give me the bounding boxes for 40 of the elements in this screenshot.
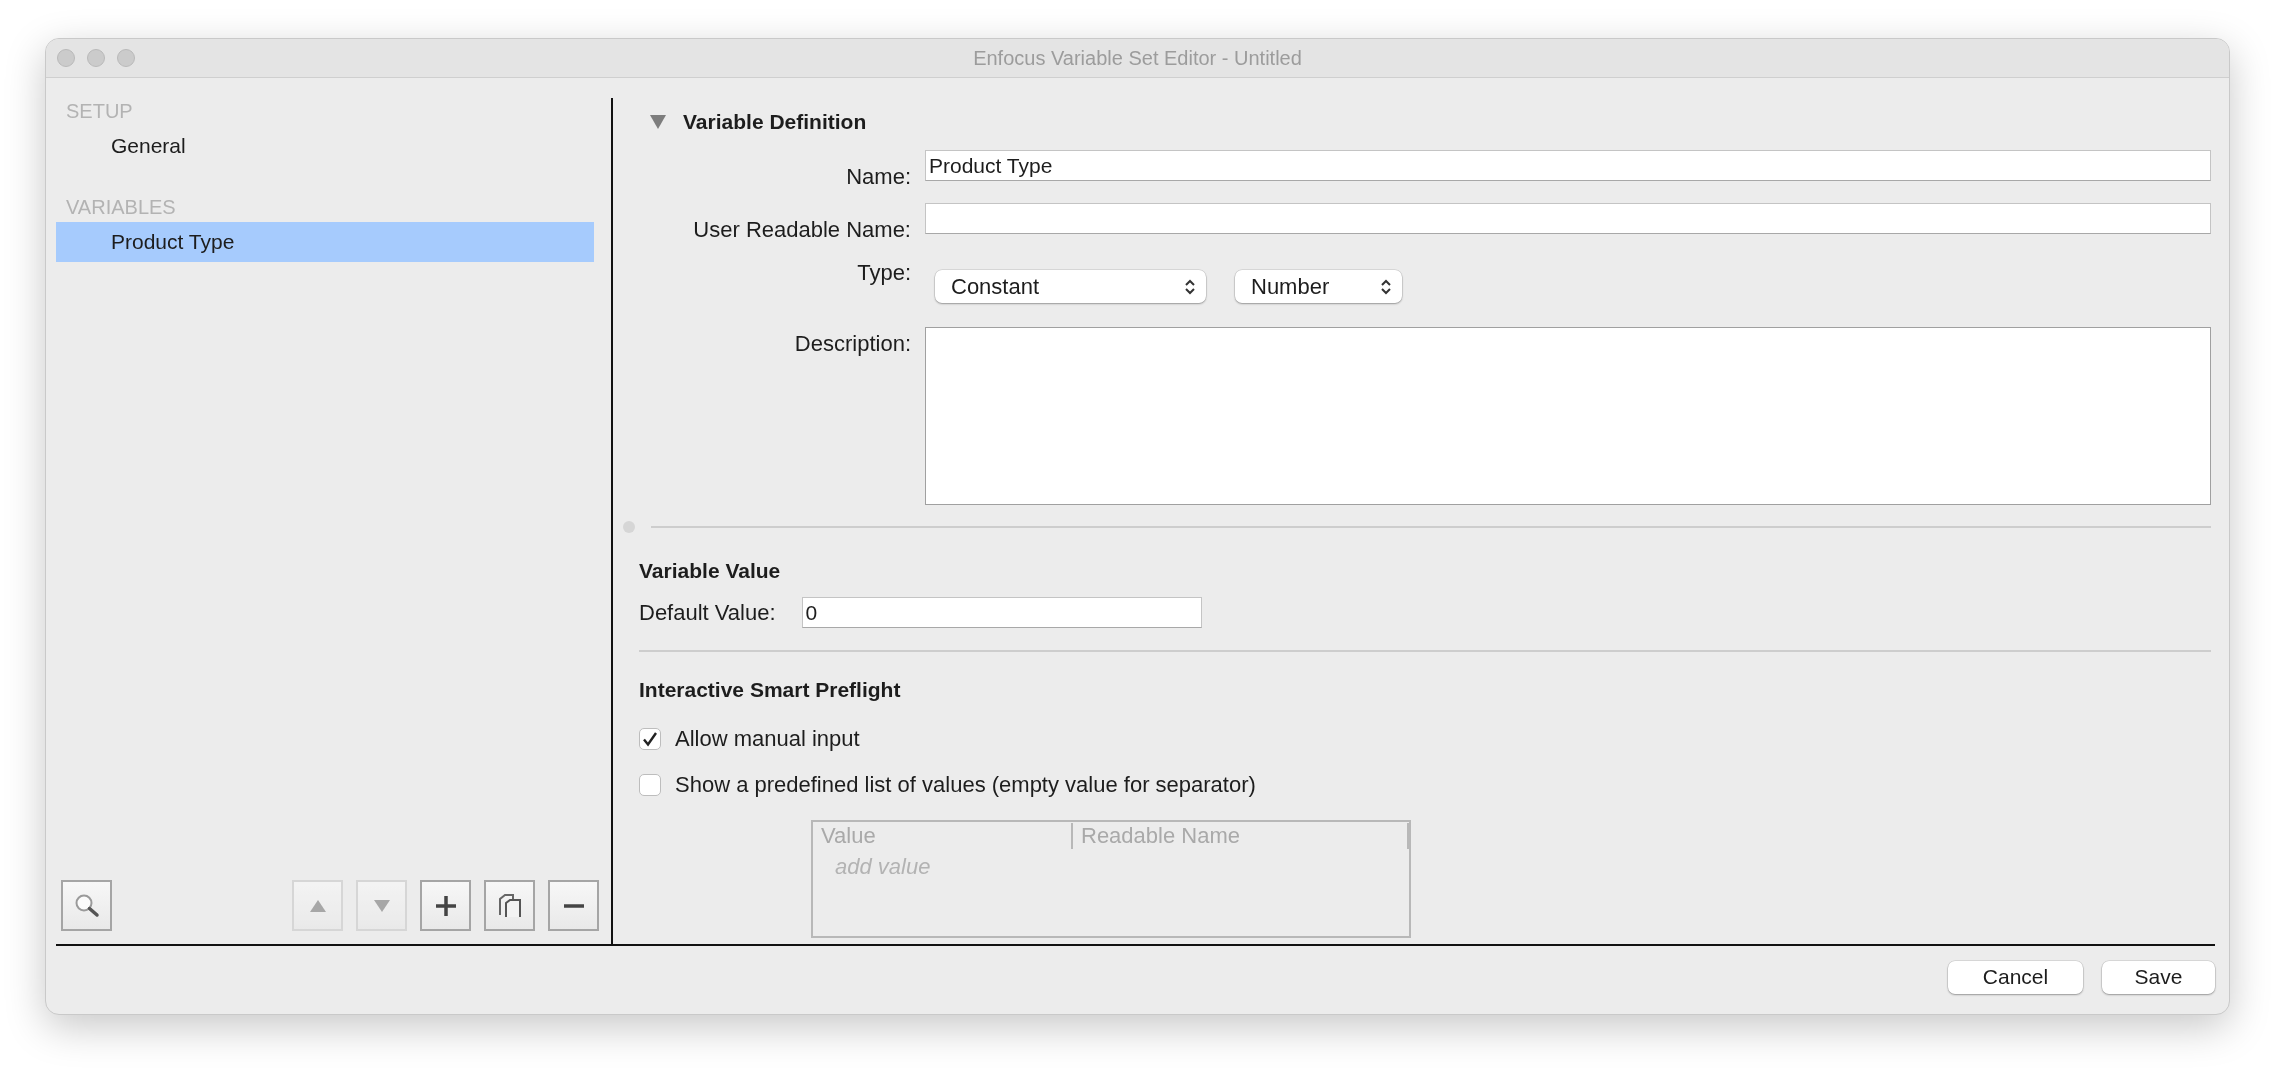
section-title: Variable Value xyxy=(639,559,782,583)
sidebar-item[interactable]: General xyxy=(56,126,594,166)
checkbox[interactable] xyxy=(639,774,661,796)
add-button[interactable] xyxy=(420,880,471,931)
remove-button[interactable] xyxy=(548,880,599,931)
save-button[interactable]: Save xyxy=(2102,960,2215,994)
field-label: Type: xyxy=(856,259,911,286)
section-title: Variable Definition xyxy=(683,110,867,134)
field-label: Default Value: xyxy=(639,599,776,626)
chevrons-icon xyxy=(1380,277,1392,296)
plus-icon xyxy=(434,894,457,917)
field-label: Name: xyxy=(845,163,911,190)
sidebar-item[interactable]: Product Type xyxy=(56,222,594,262)
default-value-field[interactable]: 0 xyxy=(801,597,1202,628)
description-field[interactable] xyxy=(925,327,2211,505)
close-icon[interactable] xyxy=(57,49,75,67)
chevrons-icon xyxy=(1184,277,1196,296)
section-title: Interactive Smart Preflight xyxy=(639,678,902,702)
search-button[interactable] xyxy=(61,880,112,931)
down-triangle-icon xyxy=(372,897,391,914)
zoom-icon[interactable] xyxy=(117,49,135,67)
minus-icon xyxy=(562,902,585,909)
window-title: Enfocus Variable Set Editor - Untitled xyxy=(973,46,1302,70)
name-field[interactable]: Product Type xyxy=(925,150,2211,181)
field-label: Description: xyxy=(793,330,911,357)
dropdown[interactable]: Number xyxy=(1235,270,1402,303)
checkbox-label: Show a predefined list of values (empty value for separator) xyxy=(675,772,1256,798)
checkmark-icon xyxy=(642,731,658,747)
dropdown[interactable]: Constant xyxy=(935,270,1206,303)
cancel-button[interactable]: Cancel xyxy=(1948,960,2083,994)
field-label: User Readable Name: xyxy=(692,216,911,243)
checkbox[interactable] xyxy=(639,728,661,750)
checkbox-label: Allow manual input xyxy=(675,726,860,752)
section-heading: SETUP xyxy=(65,99,134,123)
duplicate-button[interactable] xyxy=(484,880,535,931)
copy-icon xyxy=(497,892,522,919)
section-heading: VARIABLES xyxy=(65,195,177,219)
readable-name-field[interactable] xyxy=(925,203,2211,234)
disclosure-triangle-icon[interactable] xyxy=(649,114,667,130)
minimize-icon[interactable] xyxy=(87,49,105,67)
